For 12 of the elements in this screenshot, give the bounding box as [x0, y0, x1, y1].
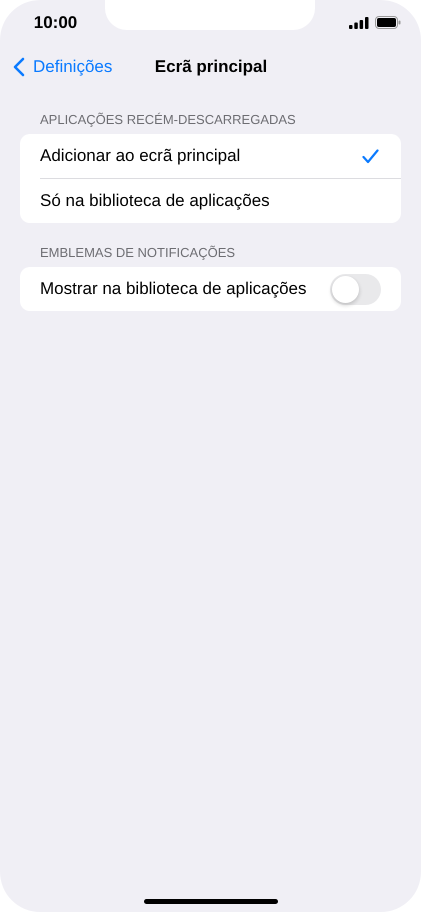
back-button[interactable]: Definições	[10, 57, 116, 77]
chevron-left-icon	[13, 57, 25, 77]
toggle-switch[interactable]	[330, 274, 381, 304]
option-row[interactable]: Só na biblioteca de aplicações	[20, 179, 401, 223]
status-time: 10:00	[32, 12, 78, 33]
page-title: Ecrã principal	[154, 57, 268, 77]
section-header: EMBLEMAS DE NOTIFICAÇÕES	[39, 244, 236, 262]
section-header: APLICAÇÕES RECÉM-DESCARREGADAS	[39, 111, 297, 129]
option-row[interactable]: Adicionar ao ecrã principal	[20, 134, 401, 178]
battery-icon	[375, 16, 401, 29]
signal-icon	[349, 16, 369, 28]
toggle-label: Mostrar na biblioteca de aplicações	[40, 279, 306, 299]
